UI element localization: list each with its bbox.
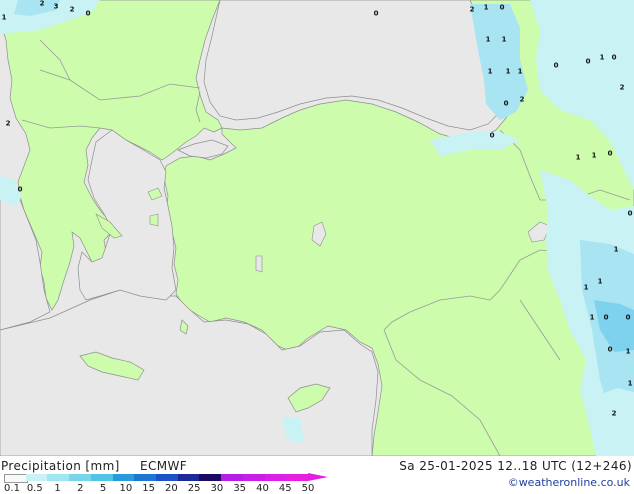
- precip-value-label: 1: [485, 35, 491, 44]
- colorbar-swatch: [134, 474, 157, 481]
- colorbar-swatch: [69, 474, 92, 481]
- precip-value-label: 0: [611, 53, 617, 62]
- precip-value-label: 2: [69, 5, 75, 14]
- precip-value-label: 2: [611, 409, 617, 418]
- precip-value-label: 1: [575, 153, 581, 162]
- precip-value-label: 0: [85, 9, 91, 18]
- precip-value-label: 1: [627, 379, 633, 388]
- precip-value-label: 2: [619, 83, 625, 92]
- colorbar-tick-label: 45: [278, 483, 292, 494]
- precip-value-label: 0: [585, 57, 591, 66]
- precip-area-far-se: [596, 388, 634, 456]
- precip-value-label: 0: [625, 313, 631, 322]
- precip-value-label: 1: [589, 313, 595, 322]
- precip-value-label: 0: [627, 209, 633, 218]
- precip-value-label: 2: [5, 119, 11, 128]
- colorbar-arrow-icon: [308, 473, 328, 481]
- precip-value-label: 0: [603, 313, 609, 322]
- colorbar-swatch: [90, 474, 114, 481]
- colorbar-swatch: [242, 474, 266, 481]
- colorbar-tick-label: 30: [210, 483, 224, 494]
- precip-value-label: 1: [625, 347, 631, 356]
- precip-value-label: 1: [1, 13, 7, 22]
- colorbar-tick-label: 40: [256, 483, 269, 494]
- precip-value-label: 1: [599, 53, 605, 62]
- colorbar-tick-label: 15: [142, 483, 155, 494]
- colorbar-swatch: [47, 474, 70, 481]
- precipitation-colorbar: [4, 474, 328, 483]
- site-credit[interactable]: ©weatheronline.co.uk: [508, 476, 630, 489]
- lake-egirdir: [255, 255, 263, 273]
- island-chios: [149, 213, 159, 227]
- colorbar-swatch: [199, 474, 222, 481]
- colorbar-tick-label: 35: [233, 483, 247, 494]
- precip-value-label: 0: [553, 61, 559, 70]
- colorbar-swatch: [4, 474, 29, 483]
- precip-value-label: 1: [501, 35, 507, 44]
- colorbar-swatch: [286, 474, 309, 481]
- precip-value-label: 1: [597, 277, 603, 286]
- weather-map: 2 3 2 0 2 1 0 1 1 1 1 1 0 0 1 0 2 0 2 0 …: [0, 0, 634, 456]
- map-canvas: [0, 0, 634, 456]
- precip-value-label: 2: [469, 5, 475, 14]
- colorbar-tick-label: 0.5: [26, 483, 43, 494]
- precip-value-label: 1: [487, 67, 493, 76]
- precip-value-label: 0: [607, 149, 613, 158]
- colorbar-tick-label: 5: [99, 483, 107, 494]
- precip-value-label: 2: [519, 95, 525, 104]
- precip-value-label: 1: [505, 67, 511, 76]
- colorbar-swatch: [156, 474, 179, 481]
- colorbar-tick-label: 1: [54, 483, 61, 494]
- colorbar-swatch: [264, 474, 287, 481]
- precip-value-label: 0: [499, 3, 505, 12]
- colorbar-tick-label: 25: [187, 483, 201, 494]
- precip-value-label: 1: [613, 245, 619, 254]
- precip-value-label: 1: [583, 283, 589, 292]
- precip-value-label: 1: [483, 3, 489, 12]
- precip-value-label: 2: [39, 0, 45, 8]
- colorbar-swatch: [221, 474, 244, 481]
- precip-value-label: 1: [591, 151, 597, 160]
- precip-value-label: 0: [503, 99, 509, 108]
- precip-value-label: 0: [607, 345, 613, 354]
- colorbar-swatch: [177, 474, 200, 481]
- precip-value-label: 1: [517, 67, 523, 76]
- colorbar-tick-label: 20: [165, 483, 178, 494]
- colorbar-tick-label: 0.1: [4, 483, 20, 494]
- valid-time: Sa 25-01-2025 12..18 UTC (12+246): [399, 459, 632, 473]
- colorbar-swatch: [112, 474, 135, 481]
- colorbar-tick-label: 2: [77, 483, 84, 494]
- colorbar-swatch: [25, 474, 48, 481]
- precip-value-label: 0: [17, 185, 23, 194]
- precip-value-label: 3: [53, 2, 59, 11]
- precip-value-label: 0: [489, 131, 495, 140]
- colorbar-tick-label: 10: [119, 483, 133, 494]
- legend-footer: Precipitation [mm] ECMWF Sa 25-01-2025 1…: [0, 456, 634, 494]
- precip-value-label: 0: [373, 9, 379, 18]
- colorbar-tick-label: 50: [301, 483, 315, 494]
- legend-title: Precipitation [mm]: [1, 459, 120, 473]
- model-name: ECMWF: [140, 459, 188, 473]
